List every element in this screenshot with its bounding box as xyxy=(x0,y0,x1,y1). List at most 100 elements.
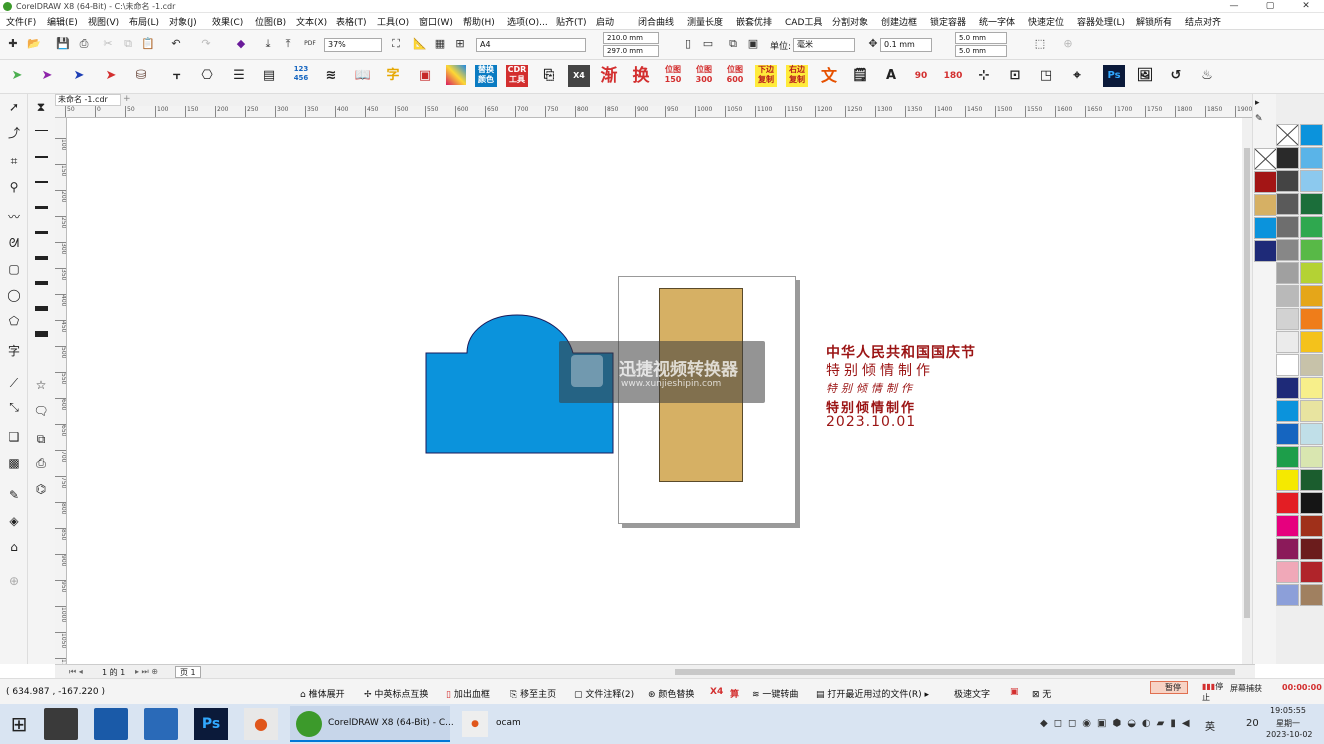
photoshop-icon[interactable]: Ps xyxy=(1103,65,1125,87)
menu-item-12[interactable]: 选项(O)... xyxy=(507,15,548,28)
corel-connect-icon[interactable]: ◆ xyxy=(233,37,249,51)
menu-item-22[interactable]: 统一字体 xyxy=(979,15,1015,28)
crop-tool-icon[interactable]: ⌗ xyxy=(5,152,23,170)
palette-swatch[interactable] xyxy=(1276,538,1299,560)
close-button[interactable]: ✕ xyxy=(1288,0,1324,13)
x4-status-icon[interactable]: X4 xyxy=(710,687,723,697)
palette-swatch[interactable] xyxy=(1300,561,1323,583)
menu-item-25[interactable]: 解锁所有 xyxy=(1136,15,1172,28)
outline-4[interactable] xyxy=(35,256,48,260)
clock-date[interactable]: 2023-10-02 xyxy=(1266,730,1313,739)
copy-down-icon[interactable]: 下边 复制 xyxy=(755,65,777,87)
freehand-tool-icon[interactable]: 〰 xyxy=(5,208,23,226)
callout-shape-icon[interactable]: 🗨 xyxy=(32,402,50,420)
palette-swatch[interactable] xyxy=(1276,170,1299,192)
book-icon[interactable]: 📖 xyxy=(352,65,374,87)
vertical-scrollbar[interactable] xyxy=(1242,118,1252,664)
numbering-icon[interactable]: 123 456 xyxy=(290,65,312,87)
status-convert-curves[interactable]: ≋ 一键转曲 xyxy=(752,687,798,700)
grid-select-icon[interactable]: ⊡ xyxy=(1004,65,1026,87)
new-document-icon[interactable]: ✚ xyxy=(5,37,21,51)
status-bleed[interactable]: ▯ 加出血框 xyxy=(446,687,490,700)
palette-swatch[interactable] xyxy=(1300,147,1323,169)
menu-item-5[interactable]: 效果(C) xyxy=(212,15,243,28)
recorder-capture-label[interactable]: 屏幕捕获 xyxy=(1230,683,1262,694)
menu-item-4[interactable]: 对象(J) xyxy=(169,15,197,28)
show-grid-icon[interactable]: ▦ xyxy=(432,37,448,51)
menu-item-6[interactable]: 位图(B) xyxy=(255,15,286,28)
menu-item-20[interactable]: 创建边框 xyxy=(881,15,917,28)
menu-item-24[interactable]: 容器处理(L) xyxy=(1077,15,1125,28)
rotate-180-icon[interactable]: 180 xyxy=(942,65,964,87)
smart-fill-icon[interactable]: ⌂ xyxy=(5,538,23,556)
undo-icon[interactable]: ↶ xyxy=(168,37,184,51)
save-icon[interactable]: 💾 xyxy=(55,37,71,51)
curve-tool-icon[interactable]: ≋ xyxy=(320,65,342,87)
notification-count[interactable]: 20 xyxy=(1246,718,1259,729)
palette-swatch[interactable] xyxy=(1300,216,1323,238)
path-icon[interactable]: ⎔ xyxy=(196,65,218,87)
image-viewer-taskbar-icon[interactable] xyxy=(144,708,178,740)
zoom-tool-icon[interactable]: ⚲ xyxy=(5,178,23,196)
pdf-file-icon[interactable]: ▣ xyxy=(414,65,436,87)
menu-item-7[interactable]: 文本(X) xyxy=(296,15,327,28)
document-tab[interactable]: 未命名 -1.cdr xyxy=(55,94,121,106)
show-rulers-icon[interactable]: 📐 xyxy=(412,37,428,51)
calculator-taskbar-icon[interactable] xyxy=(44,708,78,740)
canvas-text-line-2[interactable]: 特别倾情制作 xyxy=(826,360,934,380)
restore-button[interactable]: ▢ xyxy=(1252,0,1288,13)
page-nav-arrows[interactable]: ⏮ ◂ xyxy=(69,667,83,677)
stamp-icon[interactable]: ⎙ xyxy=(32,454,50,472)
vertical-scroll-thumb[interactable] xyxy=(1244,148,1250,618)
menu-item-3[interactable]: 布局(L) xyxy=(129,15,159,28)
palette-swatch[interactable] xyxy=(1276,216,1299,238)
menu-item-26[interactable]: 结点对齐 xyxy=(1185,15,1221,28)
calc-status-icon[interactable]: 算 xyxy=(730,687,739,700)
menu-item-9[interactable]: 工具(O) xyxy=(377,15,409,28)
swatch-none[interactable] xyxy=(1254,148,1277,170)
recorder-stop-button[interactable]: ▮▮▮停止 xyxy=(1190,681,1228,702)
palette-swatch[interactable] xyxy=(1276,377,1299,399)
eyedropper-small-icon[interactable]: ✎ xyxy=(1255,114,1263,124)
canvas-text-line-3[interactable]: 特别倾情制作 xyxy=(826,380,916,396)
text-style-icon[interactable]: A xyxy=(880,65,902,87)
status-recent-files[interactable]: ▤ 打开最近用过的文件(R) ▸ xyxy=(816,687,929,700)
import-icon[interactable]: ⤓ xyxy=(260,37,276,51)
status-move-home[interactable]: ⎘ 移至主页 xyxy=(510,687,556,700)
palette-swatch[interactable] xyxy=(1276,561,1299,583)
palette-swatch[interactable] xyxy=(1300,538,1323,560)
version-icon[interactable]: ⎘ xyxy=(538,65,560,87)
new-tab-button[interactable]: + xyxy=(123,94,131,104)
arrow-green-icon[interactable]: ➤ xyxy=(6,65,28,87)
rectangle-tool-icon[interactable]: ▢ xyxy=(5,260,23,278)
copy-right-icon[interactable]: 右边 复制 xyxy=(786,65,808,87)
recorder-pause-button[interactable]: 暂停 xyxy=(1150,681,1188,694)
menu-item-15[interactable]: 闭合曲线 xyxy=(638,15,674,28)
palette-swatch[interactable] xyxy=(1300,308,1323,330)
vertical-ruler[interactable]: 100 150 200 250 300 350 400 450 500 550 600 650 700 7… xyxy=(55,118,67,664)
page-border-icon[interactable]: ⬚ xyxy=(1032,37,1048,51)
palette-swatch[interactable] xyxy=(1300,469,1323,491)
gradient-char-icon[interactable]: 渐 xyxy=(598,65,620,87)
palette-swatch[interactable] xyxy=(1300,515,1323,537)
start-button[interactable]: ⊞ xyxy=(2,708,36,740)
menu-item-13[interactable]: 贴齐(T) xyxy=(556,15,587,28)
palette-swatch[interactable] xyxy=(1276,492,1299,514)
tray-icons[interactable]: ◆◻◻◉▣⬢◒◐▰▮◀ xyxy=(1040,718,1196,729)
palette-swatch[interactable] xyxy=(1276,239,1299,261)
menu-item-11[interactable]: 帮助(H) xyxy=(463,15,495,28)
outline-hairline[interactable] xyxy=(35,130,48,131)
arrow-blue-icon[interactable]: ➤ xyxy=(68,65,90,87)
rotate-90-icon[interactable]: 90 xyxy=(910,65,932,87)
image-icon[interactable]: 🖼 xyxy=(1134,65,1156,87)
palette-swatch[interactable] xyxy=(1300,446,1323,468)
mesh-icon[interactable]: ⌬ xyxy=(32,480,50,498)
cut-icon[interactable]: ✂ xyxy=(100,37,116,51)
all-pages-icon[interactable]: ⧉ xyxy=(725,37,741,51)
connector-tool-icon[interactable]: ⟋ xyxy=(5,374,23,392)
clock-weekday[interactable]: 星期一 xyxy=(1276,718,1300,729)
x4-icon[interactable]: X4 xyxy=(568,65,590,87)
palette-swatch[interactable] xyxy=(1300,124,1323,146)
outline-5[interactable] xyxy=(35,281,48,285)
redo-icon[interactable]: ↷ xyxy=(198,37,214,51)
